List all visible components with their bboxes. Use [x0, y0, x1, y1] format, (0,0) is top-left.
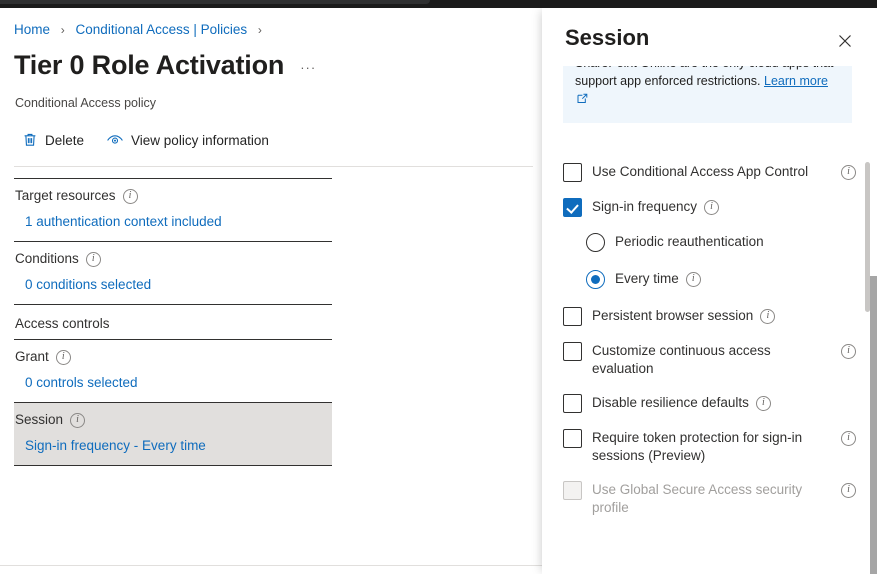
session-panel-header: Session — [542, 8, 870, 66]
section-header: Grant — [14, 348, 332, 366]
option-customize-continuous-access-evaluation[interactable]: Customize continuous access evaluation — [542, 342, 870, 378]
section-label: Grant — [15, 349, 49, 364]
breadcrumb: Home › Conditional Access | Policies › — [14, 22, 269, 37]
option-label-wrap: Sign-in frequency — [592, 198, 856, 216]
section-access-controls: Access controls — [14, 304, 332, 339]
option-label-wrap: Persistent browser session — [592, 307, 856, 325]
checkbox-persistent-browser-session[interactable] — [563, 307, 582, 326]
title-row: Tier 0 Role Activation ··· — [14, 48, 316, 82]
section-label: Access controls — [15, 316, 110, 331]
breadcrumb-separator-icon: › — [257, 23, 262, 37]
session-panel-body: SharePoint Online are the only cloud app… — [542, 66, 870, 574]
page-scrollbar-thumb[interactable] — [870, 276, 877, 574]
option-label: Sign-in frequency — [592, 199, 698, 214]
checkbox-sign-in-frequency[interactable] — [563, 198, 582, 217]
delete-button[interactable]: Delete — [20, 130, 86, 150]
option-require-token-protection[interactable]: Require token protection for sign-in ses… — [542, 429, 870, 465]
section-label: Target resources — [15, 188, 116, 203]
info-icon[interactable] — [704, 199, 720, 215]
page-scrollbar[interactable] — [870, 8, 877, 574]
checkbox-require-token-protection[interactable] — [563, 429, 582, 448]
command-bar-divider — [14, 166, 533, 167]
info-icon[interactable] — [70, 412, 86, 428]
policy-sections-list: Target resources 1 authentication contex… — [14, 178, 332, 466]
option-use-conditional-access-app-control[interactable]: Use Conditional Access App Control — [542, 163, 870, 182]
section-header: Access controls — [14, 315, 332, 333]
more-options-ellipsis-icon[interactable]: ··· — [300, 60, 316, 75]
section-conditions[interactable]: Conditions 0 conditions selected — [14, 241, 332, 304]
info-icon[interactable] — [841, 430, 856, 446]
section-header: Session — [14, 411, 332, 429]
view-policy-information-button[interactable]: View policy information — [104, 130, 271, 150]
breadcrumb-separator-icon: › — [60, 23, 65, 37]
info-icon[interactable] — [85, 251, 101, 267]
option-label: Periodic reauthentication — [615, 234, 764, 249]
section-grant[interactable]: Grant 0 controls selected — [14, 339, 332, 402]
session-panel: Session SharePoint Online are the only c… — [542, 8, 870, 574]
option-label: Require token protection for sign-in ses… — [592, 430, 803, 463]
info-icon[interactable] — [755, 395, 771, 411]
section-label: Session — [15, 412, 64, 427]
page-subtitle: Conditional Access policy — [15, 96, 157, 110]
option-use-global-secure-access-security-profile: Use Global Secure Access security profil… — [542, 481, 870, 517]
browser-tab[interactable] — [0, 0, 430, 4]
section-header: Target resources — [14, 187, 332, 205]
radio-every-time[interactable] — [586, 270, 605, 289]
info-icon[interactable] — [841, 482, 856, 498]
section-header: Conditions — [14, 250, 332, 268]
app-enforced-restrictions-info-banner: SharePoint Online are the only cloud app… — [563, 66, 852, 123]
sections-bottom-divider — [14, 465, 332, 466]
external-link-icon — [577, 91, 588, 109]
section-value-link[interactable]: 1 authentication context included — [25, 213, 332, 231]
info-icon[interactable] — [685, 271, 701, 287]
section-target-resources[interactable]: Target resources 1 authentication contex… — [14, 178, 332, 241]
browser-chrome-bar — [0, 0, 877, 8]
breadcrumb-item-conditional-access-policies[interactable]: Conditional Access | Policies — [76, 22, 248, 37]
learn-more-label: Learn more — [764, 74, 828, 88]
info-icon[interactable] — [55, 349, 71, 365]
section-value-link[interactable]: 0 conditions selected — [25, 276, 332, 294]
option-label: Disable resilience defaults — [592, 395, 749, 410]
policy-detail-blade: Home › Conditional Access | Policies › T… — [0, 8, 542, 574]
option-persistent-browser-session[interactable]: Persistent browser session — [542, 307, 870, 326]
trash-icon — [22, 132, 38, 148]
option-label: Persistent browser session — [592, 308, 754, 323]
info-icon[interactable] — [122, 188, 138, 204]
info-icon[interactable] — [760, 308, 776, 324]
info-icon[interactable] — [841, 343, 856, 359]
option-disable-resilience-defaults[interactable]: Disable resilience defaults — [542, 394, 870, 413]
checkbox-disable-resilience-defaults[interactable] — [563, 394, 582, 413]
option-sign-in-frequency[interactable]: Sign-in frequency — [542, 198, 870, 217]
checkbox-customize-continuous-access-evaluation[interactable] — [563, 342, 582, 361]
option-periodic-reauthentication[interactable]: Periodic reauthentication — [542, 233, 870, 252]
delete-button-label: Delete — [45, 132, 85, 148]
option-label: Use Global Secure Access security profil… — [592, 482, 803, 515]
option-label: Customize continuous access evaluation — [592, 343, 771, 376]
checkbox-use-conditional-access-app-control[interactable] — [563, 163, 582, 182]
section-value-link[interactable]: 0 controls selected — [25, 374, 332, 392]
info-icon[interactable] — [841, 164, 856, 180]
eye-icon — [106, 132, 124, 148]
blade-bottom-divider — [0, 565, 542, 566]
option-label-wrap: Every time — [615, 270, 856, 288]
option-label-wrap: Disable resilience defaults — [592, 394, 856, 412]
page-title: Tier 0 Role Activation — [14, 50, 285, 80]
section-label: Conditions — [15, 251, 79, 266]
option-label: Every time — [615, 271, 679, 286]
section-session[interactable]: Session Sign-in frequency - Every time — [14, 402, 332, 465]
session-controls-list: Use Conditional Access App Control Sign-… — [542, 163, 870, 533]
session-panel-title: Session — [565, 25, 650, 50]
learn-more-link[interactable]: Learn more — [764, 74, 828, 88]
section-value-link[interactable]: Sign-in frequency - Every time — [25, 437, 332, 455]
checkbox-use-global-secure-access-security-profile — [563, 481, 582, 500]
radio-periodic-reauthentication[interactable] — [586, 233, 605, 252]
view-policy-information-label: View policy information — [131, 132, 269, 148]
breadcrumb-item-home[interactable]: Home — [14, 22, 50, 37]
option-label: Use Conditional Access App Control — [592, 164, 809, 179]
command-bar: Delete View policy information — [20, 130, 271, 150]
close-icon[interactable] — [832, 28, 858, 54]
option-every-time[interactable]: Every time — [542, 270, 870, 289]
